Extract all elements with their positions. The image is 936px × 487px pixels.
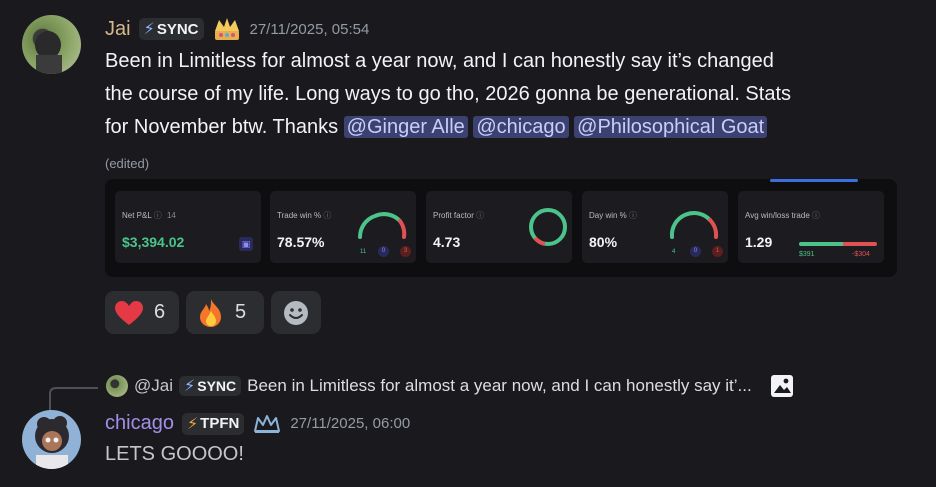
info-icon: ⓘ xyxy=(323,211,332,220)
avg-win-loss-value: 1.29 xyxy=(745,234,773,250)
message-header: Jai ⚡ SYNC 27/11/2025, 05:54 xyxy=(105,16,369,42)
message-line-3: for November btw. Thanks @Ginger Alle @c… xyxy=(105,111,925,144)
calendar-icon: ▣ xyxy=(239,237,253,251)
avg-win-loss-card: Avg win/loss trade ⓘ 1.29 $391 -$304 xyxy=(738,191,884,263)
trade-losses-count: 3 xyxy=(400,246,411,257)
day-win-value: 80% xyxy=(589,234,618,250)
trade-even-count: 0 xyxy=(378,246,389,257)
reply-ref-tag-label: SYNC xyxy=(197,378,237,394)
reply-ref-avatar xyxy=(106,375,128,397)
trade-win-card: Trade win % ⓘ 78.57% 11 0 3 xyxy=(270,191,416,263)
profit-factor-label-text: Profit factor xyxy=(433,211,474,220)
mention-ginger-alle[interactable]: @Ginger Alle xyxy=(343,116,468,138)
lightning-icon: ⚡ xyxy=(186,415,199,433)
avg-win-loss-label: Avg win/loss trade ⓘ xyxy=(745,210,820,221)
day-win-label-text: Day win % xyxy=(589,211,627,220)
trade-win-label-text: Trade win % xyxy=(277,211,322,220)
profit-factor-ring xyxy=(529,208,567,246)
username[interactable]: Jai xyxy=(105,18,131,41)
lightning-icon: ⚡ xyxy=(143,21,155,38)
net-pnl-label-text: Net P&L xyxy=(122,211,152,220)
image-accent-bar xyxy=(770,179,858,182)
avatar-figure xyxy=(35,31,62,74)
fire-icon xyxy=(200,298,221,327)
trade-win-label: Trade win % ⓘ xyxy=(277,210,331,221)
reaction-fire[interactable]: 5 xyxy=(186,291,264,334)
image-icon xyxy=(770,375,793,397)
server-tag-label: SYNC xyxy=(156,20,199,38)
day-win-card: Day win % ⓘ 80% 4 0 1 xyxy=(582,191,728,263)
avg-win-value: $391 xyxy=(799,251,815,258)
info-icon: ⓘ xyxy=(476,211,485,220)
reaction-heart-count: 6 xyxy=(154,301,166,323)
trade-wins-count: 11 xyxy=(360,249,367,255)
mention-philosophical-goat[interactable]: @Philosophical Goat xyxy=(574,116,768,138)
day-win-label: Day win % ⓘ xyxy=(589,210,637,221)
timestamp: 27/11/2025, 05:54 xyxy=(249,20,370,38)
avg-win-bar xyxy=(799,242,843,246)
profit-factor-value: 4.73 xyxy=(433,234,461,250)
mention-chicago[interactable]: @chicago xyxy=(473,116,569,138)
lightning-icon: ⚡ xyxy=(184,378,196,395)
day-wins-count: 4 xyxy=(672,249,676,255)
avg-loss-bar xyxy=(843,242,877,246)
avg-loss-value: -$304 xyxy=(852,251,870,258)
reply-message-text: LETS GOOOO! xyxy=(105,443,244,465)
message-line-1: Been in Limitless for almost a year now,… xyxy=(105,50,774,72)
reaction-heart[interactable]: 6 xyxy=(105,291,179,334)
reply-ref-username[interactable]: @Jai xyxy=(134,376,173,396)
message-line-2: the course of my life. Long ways to go t… xyxy=(105,83,792,105)
net-pnl-card: Net P&L ⓘ 14 $3,394.02 ▣ xyxy=(115,191,261,263)
message-line-3-text: for November btw. Thanks xyxy=(105,116,339,138)
reply-reference[interactable]: @Jai ⚡ SYNC Been in Limitless for almost… xyxy=(106,374,896,398)
trade-win-value: 78.57% xyxy=(277,234,325,250)
crown-icon xyxy=(214,18,239,40)
jai-avatar[interactable] xyxy=(22,15,81,74)
heart-icon xyxy=(115,300,143,325)
avg-win-loss-label-text: Avg win/loss trade xyxy=(745,211,810,220)
info-icon: ⓘ xyxy=(629,211,638,220)
reaction-fire-count: 5 xyxy=(235,301,247,323)
reply-username[interactable]: chicago xyxy=(105,412,174,435)
edited-label: (edited) xyxy=(105,156,150,171)
net-pnl-label: Net P&L ⓘ 14 xyxy=(122,210,176,221)
profit-factor-card: Profit factor ⓘ 4.73 xyxy=(426,191,572,263)
server-tag[interactable]: ⚡ SYNC xyxy=(138,18,204,40)
trade-win-gauge xyxy=(357,212,407,239)
crown-outline-icon xyxy=(254,414,281,433)
info-icon: ⓘ xyxy=(153,211,162,220)
day-even-count: 0 xyxy=(690,246,701,257)
info-icon: ⓘ xyxy=(812,211,821,220)
reply-tag-label: TPFN xyxy=(200,415,240,432)
avatar-figure xyxy=(35,416,69,469)
chicago-avatar[interactable] xyxy=(22,410,81,469)
add-reaction-icon xyxy=(284,300,308,325)
reply-ref-server-tag: ⚡ SYNC xyxy=(179,376,242,396)
reply-timestamp: 27/11/2025, 06:00 xyxy=(290,415,411,432)
day-losses-count: 1 xyxy=(712,246,723,257)
reply-header: chicago ⚡ TPFN 27/11/2025, 06:00 xyxy=(105,412,410,435)
day-win-gauge xyxy=(669,211,719,239)
reply-ref-text: Been in Limitless for almost a year now,… xyxy=(247,376,752,395)
net-pnl-count: 14 xyxy=(166,211,176,220)
net-pnl-value: $3,394.02 xyxy=(122,234,185,250)
message-body: Been in Limitless for almost a year now,… xyxy=(105,45,925,144)
profit-factor-label: Profit factor ⓘ xyxy=(433,210,484,221)
reply-server-tag[interactable]: ⚡ TPFN xyxy=(181,412,245,435)
reply-spine xyxy=(49,387,98,411)
stats-image-attachment[interactable]: Net P&L ⓘ 14 $3,394.02 ▣ Trade win % ⓘ 7… xyxy=(105,179,897,277)
add-reaction-button[interactable] xyxy=(271,291,321,334)
